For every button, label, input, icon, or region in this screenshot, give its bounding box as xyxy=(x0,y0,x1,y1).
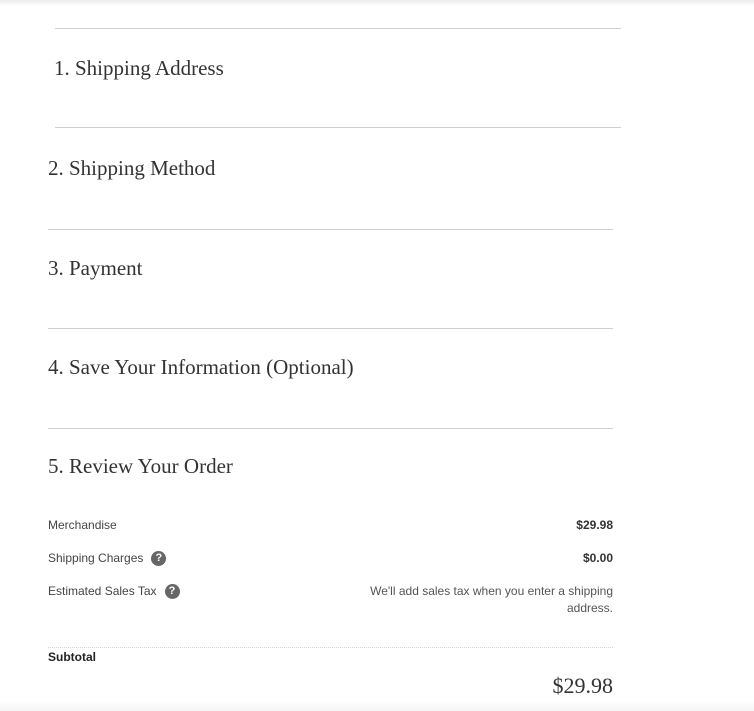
divider xyxy=(48,229,613,230)
top-shade xyxy=(0,0,754,6)
shipping-charges-label: Shipping Charges xyxy=(48,551,144,565)
merchandise-label: Merchandise xyxy=(48,518,117,532)
step-payment[interactable]: 3. Payment xyxy=(48,256,143,281)
divider xyxy=(48,428,613,429)
step-review-order[interactable]: 5. Review Your Order xyxy=(48,454,233,479)
step-save-information[interactable]: 4. Save Your Information (Optional) xyxy=(48,355,354,380)
shipping-charges-value: $0.00 xyxy=(582,551,613,565)
subtotal-label: Subtotal xyxy=(48,650,96,664)
merchandise-value: $29.98 xyxy=(576,518,613,532)
step-shipping-address[interactable]: 1. Shipping Address xyxy=(54,56,224,81)
estimated-tax-label: Estimated Sales Tax xyxy=(48,584,157,598)
question-circle-icon[interactable]: ? xyxy=(151,551,167,567)
divider xyxy=(48,328,613,329)
bottom-fade xyxy=(0,701,754,711)
divider xyxy=(55,127,621,128)
step-shipping-method[interactable]: 2. Shipping Method xyxy=(48,156,215,181)
estimated-tax-row: Estimated Sales Tax? xyxy=(48,584,180,600)
dotted-divider xyxy=(48,647,613,648)
sales-tax-note: We'll add sales tax when you enter a shi… xyxy=(370,584,613,615)
subtotal-value: $29.98 xyxy=(552,673,614,698)
shipping-charges-row: Shipping Charges? xyxy=(48,551,167,567)
divider xyxy=(55,28,621,29)
question-circle-icon[interactable]: ? xyxy=(164,584,180,600)
